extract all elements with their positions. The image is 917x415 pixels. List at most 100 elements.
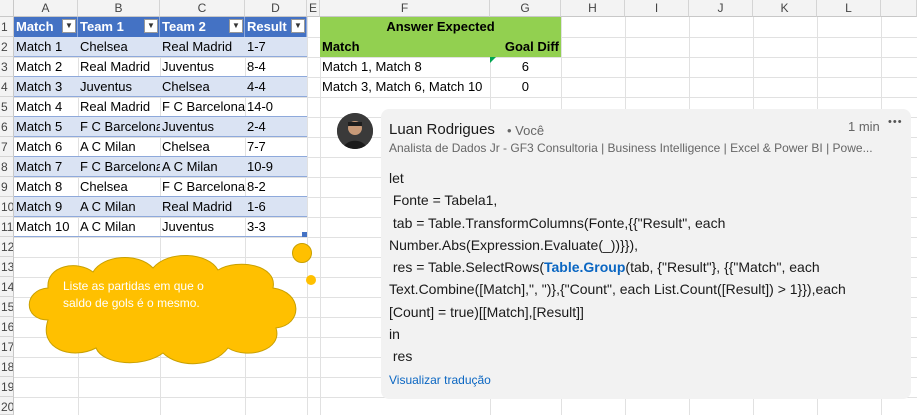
column-header-a[interactable]: A <box>14 0 78 17</box>
table-cell-team1[interactable]: Real Madrid <box>78 57 160 77</box>
column-header-i[interactable]: I <box>625 0 689 17</box>
column-header-k[interactable]: K <box>753 0 817 17</box>
table-cell-team1[interactable]: A C Milan <box>78 197 160 217</box>
table-cell-team2[interactable]: A C Milan <box>160 157 245 177</box>
code-line-text: (tab, {"Result"}, {{"Match", each <box>625 259 820 276</box>
table-cell-team2[interactable]: F C Barcelona <box>160 177 245 197</box>
table-cell-result[interactable]: 3-3 <box>245 217 307 237</box>
table-cell-team1[interactable]: F C Barcelona <box>78 157 160 177</box>
more-options-icon[interactable]: ••• <box>888 116 903 128</box>
column-header-c[interactable]: C <box>160 0 245 17</box>
column-header-d[interactable]: D <box>245 0 307 17</box>
table-cell-team1[interactable]: A C Milan <box>78 217 160 237</box>
table-cell-team2[interactable]: Chelsea <box>160 137 245 157</box>
cloud-callout-shape[interactable] <box>18 250 318 370</box>
row-header-4[interactable]: 4 <box>0 77 14 97</box>
table-cell-result[interactable]: 8-4 <box>245 57 307 77</box>
table-cell-match[interactable]: Match 2 <box>14 57 78 77</box>
row-header-20[interactable]: 20 <box>0 397 14 415</box>
table-cell-team1[interactable]: Chelsea <box>78 177 160 197</box>
select-all-corner[interactable] <box>0 0 14 17</box>
translate-link[interactable]: Visualizar tradução <box>389 373 491 387</box>
cloud-tail-bubble <box>292 243 312 263</box>
table-cell-team1[interactable]: Juventus <box>78 77 160 97</box>
avatar[interactable] <box>337 113 373 149</box>
answer-header-match[interactable]: Match <box>320 37 490 57</box>
table-cell-team1[interactable]: Real Madrid <box>78 97 160 117</box>
table-cell-match[interactable]: Match 3 <box>14 77 78 97</box>
table-cell-result[interactable]: 7-7 <box>245 137 307 157</box>
table-cell-team2[interactable]: F C Barcelona <box>160 97 245 117</box>
table-cell-team1[interactable]: F C Barcelona <box>78 117 160 137</box>
row-header-2[interactable]: 2 <box>0 37 14 57</box>
row-header-9[interactable]: 9 <box>0 177 14 197</box>
filter-dropdown-icon[interactable]: ▼ <box>144 19 158 33</box>
hashtag-link[interactable]: Table.Group <box>544 259 625 275</box>
table-cell-team2[interactable]: Juventus <box>160 217 245 237</box>
table-header-match[interactable]: Match ▼ <box>14 17 78 37</box>
table-cell-team2[interactable]: Juventus <box>160 117 245 137</box>
answer-match-cell[interactable]: Match 3, Match 6, Match 10 <box>320 77 490 97</box>
table-cell-result[interactable]: 1-7 <box>245 37 307 57</box>
column-header-h[interactable]: H <box>561 0 625 17</box>
table-header-team2[interactable]: Team 2 ▼ <box>160 17 245 37</box>
row-header-19[interactable]: 19 <box>0 377 14 397</box>
table-header-result[interactable]: Result ▼ <box>245 17 307 37</box>
table-cell-match[interactable]: Match 7 <box>14 157 78 177</box>
row-header-1[interactable]: 1 <box>0 17 14 37</box>
column-header-e[interactable]: E <box>307 0 320 17</box>
table-cell-team1[interactable]: A C Milan <box>78 137 160 157</box>
column-header-m[interactable] <box>881 0 917 17</box>
table-cell-match[interactable]: Match 4 <box>14 97 78 117</box>
filter-dropdown-icon[interactable]: ▼ <box>62 19 76 33</box>
row-header-6[interactable]: 6 <box>0 117 14 137</box>
row-header-8[interactable]: 8 <box>0 157 14 177</box>
row-header-15[interactable]: 15 <box>0 297 14 317</box>
table-cell-team2[interactable]: Juventus <box>160 57 245 77</box>
row-header-7[interactable]: 7 <box>0 137 14 157</box>
table-cell-result[interactable]: 1-6 <box>245 197 307 217</box>
table-cell-match[interactable]: Match 6 <box>14 137 78 157</box>
table-cell-team2[interactable]: Real Madrid <box>160 197 245 217</box>
column-header-j[interactable]: J <box>689 0 753 17</box>
table-cell-result[interactable]: 10-9 <box>245 157 307 177</box>
row-header-18[interactable]: 18 <box>0 357 14 377</box>
table-cell-result[interactable]: 14-0 <box>245 97 307 117</box>
column-header-f[interactable]: F <box>320 0 490 17</box>
row-header-10[interactable]: 10 <box>0 197 14 217</box>
answer-match-cell[interactable]: Match 1, Match 8 <box>320 57 490 77</box>
table-cell-match[interactable]: Match 8 <box>14 177 78 197</box>
table-cell-match[interactable]: Match 9 <box>14 197 78 217</box>
answer-title[interactable]: Answer Expected <box>320 17 561 37</box>
column-header-l[interactable]: L <box>817 0 881 17</box>
table-resize-handle-icon[interactable] <box>302 232 307 237</box>
row-header-17[interactable]: 17 <box>0 337 14 357</box>
row-header-5[interactable]: 5 <box>0 97 14 117</box>
answer-goal-cell[interactable]: 6 <box>490 57 561 77</box>
filter-dropdown-icon[interactable]: ▼ <box>291 19 305 33</box>
row-header-13[interactable]: 13 <box>0 257 14 277</box>
answer-header-goal-diff[interactable]: Goal Diff <box>490 37 561 57</box>
table-cell-match[interactable]: Match 1 <box>14 37 78 57</box>
table-cell-match[interactable]: Match 10 <box>14 217 78 237</box>
row-header-14[interactable]: 14 <box>0 277 14 297</box>
table-cell-team2[interactable]: Real Madrid <box>160 37 245 57</box>
table-cell-result[interactable]: 8-2 <box>245 177 307 197</box>
row-header-11[interactable]: 11 <box>0 217 14 237</box>
column-header-b[interactable]: B <box>78 0 160 17</box>
table-header-team1[interactable]: Team 1 ▼ <box>78 17 160 37</box>
comment-author[interactable]: Luan Rodrigues <box>389 121 495 138</box>
code-line: res <box>389 348 413 365</box>
table-header-label: Result <box>247 19 287 34</box>
table-cell-match[interactable]: Match 5 <box>14 117 78 137</box>
table-cell-result[interactable]: 4-4 <box>245 77 307 97</box>
column-header-g[interactable]: G <box>490 0 561 17</box>
table-cell-team1[interactable]: Chelsea <box>78 37 160 57</box>
answer-goal-cell[interactable]: 0 <box>490 77 561 97</box>
row-header-16[interactable]: 16 <box>0 317 14 337</box>
table-cell-result[interactable]: 2-4 <box>245 117 307 137</box>
table-cell-team2[interactable]: Chelsea <box>160 77 245 97</box>
row-header-3[interactable]: 3 <box>0 57 14 77</box>
row-header-12[interactable]: 12 <box>0 237 14 257</box>
filter-dropdown-icon[interactable]: ▼ <box>229 19 243 33</box>
